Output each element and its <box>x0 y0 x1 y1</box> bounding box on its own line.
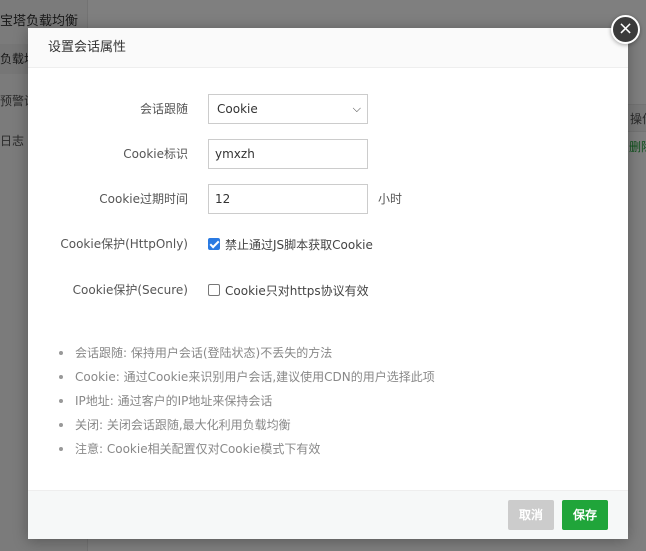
secure-label: Cookie保护(Secure) <box>72 283 188 297</box>
http-only-option[interactable]: 禁止通过JS脚本获取Cookie <box>208 237 373 252</box>
cookie-expire-unit: 小时 <box>378 192 403 206</box>
session-settings-dialog: 设置会话属性 会话跟随 Cookie ⌵ Cookie标识 Cookie过期时间… <box>28 28 628 539</box>
bullet-dot-icon <box>59 351 63 355</box>
bullet-dot-icon <box>59 447 63 451</box>
session-tracking-row: 会话跟随 Cookie ⌵ <box>28 94 628 124</box>
cookie-expire-input[interactable] <box>208 184 368 214</box>
bullet-dot-icon <box>59 399 63 403</box>
bullet-dot-icon <box>59 423 63 427</box>
dialog-title: 设置会话属性 <box>28 28 628 68</box>
cookie-id-label: Cookie标识 <box>123 147 188 161</box>
close-icon[interactable]: × <box>611 15 640 44</box>
http-only-label: Cookie保护(HttpOnly) <box>60 237 188 251</box>
list-item: Cookie: 通过Cookie来识别用户会话,建议使用CDN的用户选择此项 <box>58 365 435 389</box>
cancel-button[interactable]: 取消 <box>508 500 554 530</box>
secure-checkbox[interactable] <box>208 284 220 296</box>
session-tracking-label: 会话跟随 <box>139 102 188 116</box>
list-item: 注意: Cookie相关配置仅对Cookie模式下有效 <box>58 437 435 461</box>
secure-option[interactable]: Cookie只对https协议有效 <box>208 283 369 298</box>
cookie-id-input[interactable] <box>208 139 368 169</box>
tips-list: 会话跟随: 保持用户会话(登陆状态)不丢失的方法 Cookie: 通过Cooki… <box>58 341 435 461</box>
cookie-expire-label: Cookie过期时间 <box>99 192 188 206</box>
dialog-footer: 取消 保存 <box>28 490 628 539</box>
secure-row: Cookie保护(Secure) Cookie只对https协议有效 <box>28 275 628 305</box>
http-only-row: Cookie保护(HttpOnly) 禁止通过JS脚本获取Cookie <box>28 229 628 259</box>
save-button[interactable]: 保存 <box>562 500 608 530</box>
tip-text: IP地址: 通过客户的IP地址来保持会话 <box>75 394 273 408</box>
tip-text: 注意: Cookie相关配置仅对Cookie模式下有效 <box>75 442 321 456</box>
secure-text: Cookie只对https协议有效 <box>225 283 369 298</box>
tip-text: 会话跟随: 保持用户会话(登陆状态)不丢失的方法 <box>75 346 333 360</box>
session-tracking-select[interactable]: Cookie ⌵ <box>208 94 368 124</box>
tip-text: Cookie: 通过Cookie来识别用户会话,建议使用CDN的用户选择此项 <box>75 370 435 384</box>
list-item: 会话跟随: 保持用户会话(登陆状态)不丢失的方法 <box>58 341 435 365</box>
session-tracking-value: Cookie <box>217 102 258 116</box>
http-only-text: 禁止通过JS脚本获取Cookie <box>225 237 373 252</box>
list-item: IP地址: 通过客户的IP地址来保持会话 <box>58 389 435 413</box>
cookie-id-row: Cookie标识 <box>28 139 628 169</box>
http-only-checkbox[interactable] <box>208 238 220 250</box>
cookie-expire-row: Cookie过期时间 小时 <box>28 184 628 214</box>
chevron-down-icon: ⌵ <box>352 102 361 115</box>
tip-text: 关闭: 关闭会话跟随,最大化利用负载均衡 <box>75 418 291 432</box>
list-item: 关闭: 关闭会话跟随,最大化利用负载均衡 <box>58 413 435 437</box>
bullet-dot-icon <box>59 375 63 379</box>
